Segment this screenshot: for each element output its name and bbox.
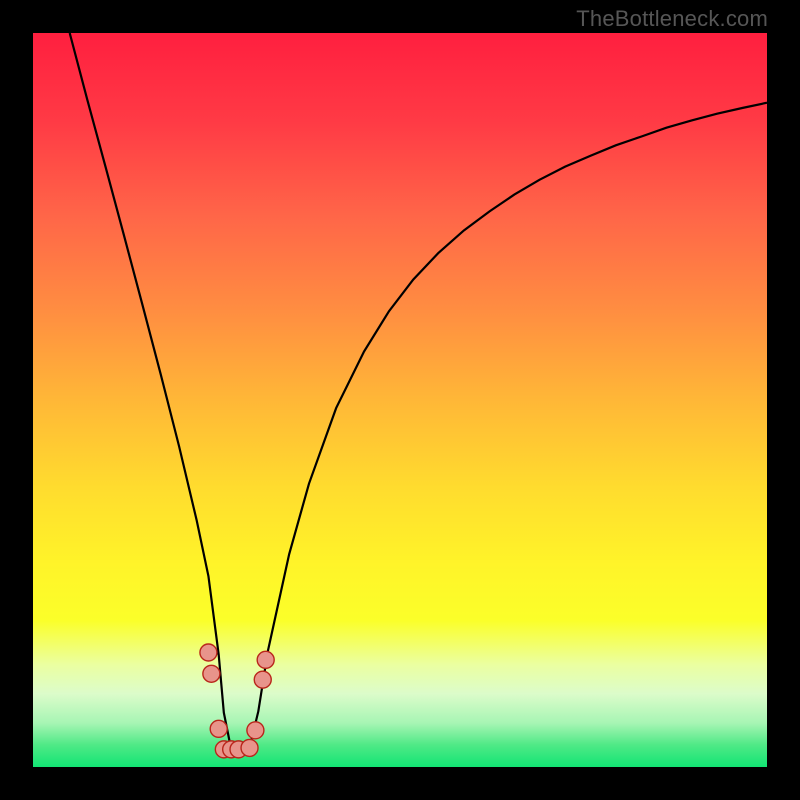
highlight-marker (241, 739, 258, 756)
highlight-marker (254, 671, 271, 688)
chart-stage: TheBottleneck.com (0, 0, 800, 800)
highlight-marker (200, 644, 217, 661)
highlight-marker (247, 722, 264, 739)
plot-background (33, 33, 767, 767)
highlight-marker (203, 665, 220, 682)
highlight-marker (210, 720, 227, 737)
highlight-marker (257, 651, 274, 668)
bottleneck-chart (0, 0, 800, 800)
watermark-text: TheBottleneck.com (576, 6, 768, 32)
